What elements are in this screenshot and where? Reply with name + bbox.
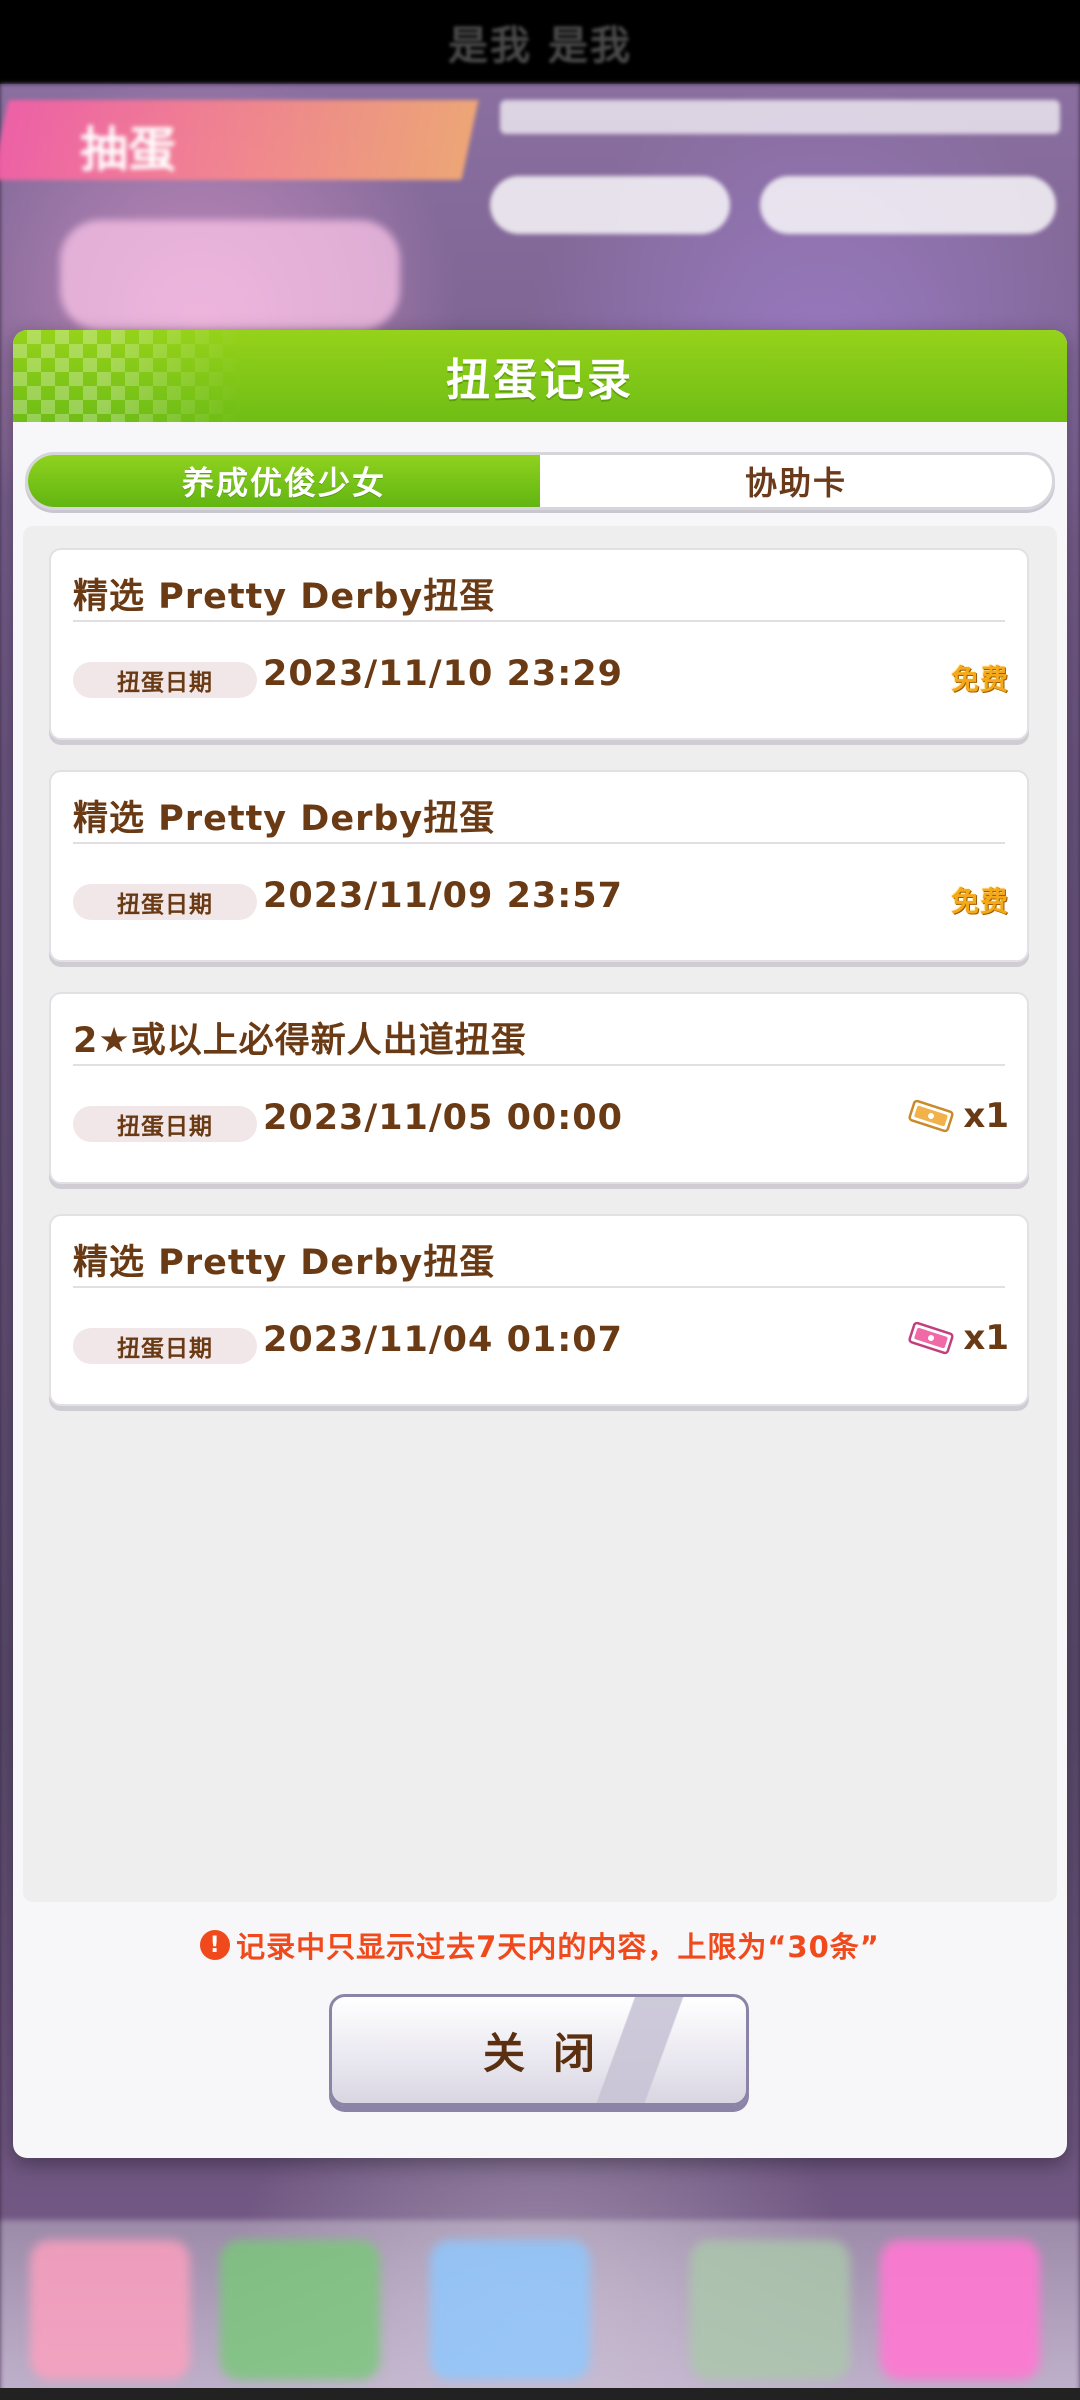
close-button-label: 关闭: [482, 2028, 623, 2078]
ticket-cost: x1: [907, 1096, 1009, 1136]
gacha-history-dialog: 扭蛋记录 养成优俊少女 协助卡 精选 Pretty Derby扭蛋 扭蛋日期 2…: [13, 330, 1067, 2158]
card-divider: [73, 1286, 1005, 1288]
status-text: 是我 是我: [448, 23, 632, 69]
background-title-band: [0, 100, 479, 180]
notice-text: 记录中只显示过去7天内的内容，上限为“30条”: [236, 1930, 880, 1964]
date-label: 扭蛋日期: [73, 1328, 257, 1364]
background-nav-item: [430, 2240, 590, 2380]
date-label: 扭蛋日期: [73, 1106, 257, 1142]
background-button: [760, 176, 1056, 234]
background-nav-item: [690, 2240, 850, 2380]
background-screen-title: 抽蛋: [80, 122, 177, 178]
free-badge: 免费: [950, 885, 1009, 918]
ticket-cost: x1: [907, 1318, 1009, 1358]
background-currency-bar: [500, 100, 1060, 134]
tab-support-card[interactable]: 协助卡: [540, 455, 1052, 507]
ticket-count: x1: [963, 1096, 1009, 1136]
tab-umamusume[interactable]: 养成优俊少女: [28, 455, 540, 507]
record-title: 精选 Pretty Derby扭蛋: [73, 577, 496, 617]
close-button[interactable]: 关闭: [329, 1994, 749, 2106]
card-divider: [73, 620, 1005, 622]
category-tabs: 养成优俊少女 协助卡: [25, 452, 1055, 510]
background-nav-item: [220, 2240, 380, 2380]
pink-ticket-icon: [908, 1321, 954, 1355]
notice-text-row: ! 记录中只显示过去7天内的内容，上限为“30条”: [13, 1924, 1067, 1966]
dialog-header: 扭蛋记录: [13, 330, 1067, 422]
record-date: 2023/11/04 01:07: [263, 1320, 623, 1360]
record-title: 2★或以上必得新人出道扭蛋: [73, 1021, 527, 1061]
record-date: 2023/11/05 00:00: [263, 1098, 623, 1138]
gold-ticket-icon: [908, 1099, 954, 1133]
date-label: 扭蛋日期: [73, 662, 257, 698]
background-nav-item: [880, 2240, 1040, 2380]
record-card: 精选 Pretty Derby扭蛋 扭蛋日期 2023/11/09 23:57 …: [49, 770, 1029, 962]
dialog-title: 扭蛋记录: [446, 355, 634, 406]
record-date: 2023/11/09 23:57: [263, 876, 623, 916]
record-card: 精选 Pretty Derby扭蛋 扭蛋日期 2023/11/04 01:07 …: [49, 1214, 1029, 1406]
record-list[interactable]: 精选 Pretty Derby扭蛋 扭蛋日期 2023/11/10 23:29 …: [23, 526, 1057, 1902]
record-date: 2023/11/10 23:29: [263, 654, 623, 694]
record-card: 2★或以上必得新人出道扭蛋 扭蛋日期 2023/11/05 00:00 x1: [49, 992, 1029, 1184]
background-nav-item: [30, 2240, 190, 2380]
free-badge: 免费: [950, 663, 1009, 696]
card-divider: [73, 842, 1005, 844]
record-title: 精选 Pretty Derby扭蛋: [73, 1243, 496, 1283]
background-banner-logo: [60, 220, 400, 330]
header-pattern: [13, 330, 243, 422]
background-button: [490, 176, 730, 234]
ticket-count: x1: [963, 1318, 1009, 1358]
record-card: 精选 Pretty Derby扭蛋 扭蛋日期 2023/11/10 23:29 …: [49, 548, 1029, 740]
card-divider: [73, 1064, 1005, 1066]
date-label: 扭蛋日期: [73, 884, 257, 920]
status-bar: 是我 是我: [0, 0, 1080, 84]
exclamation-icon: !: [200, 1930, 231, 1960]
record-title: 精选 Pretty Derby扭蛋: [73, 799, 496, 839]
home-indicator: [0, 2388, 1080, 2400]
